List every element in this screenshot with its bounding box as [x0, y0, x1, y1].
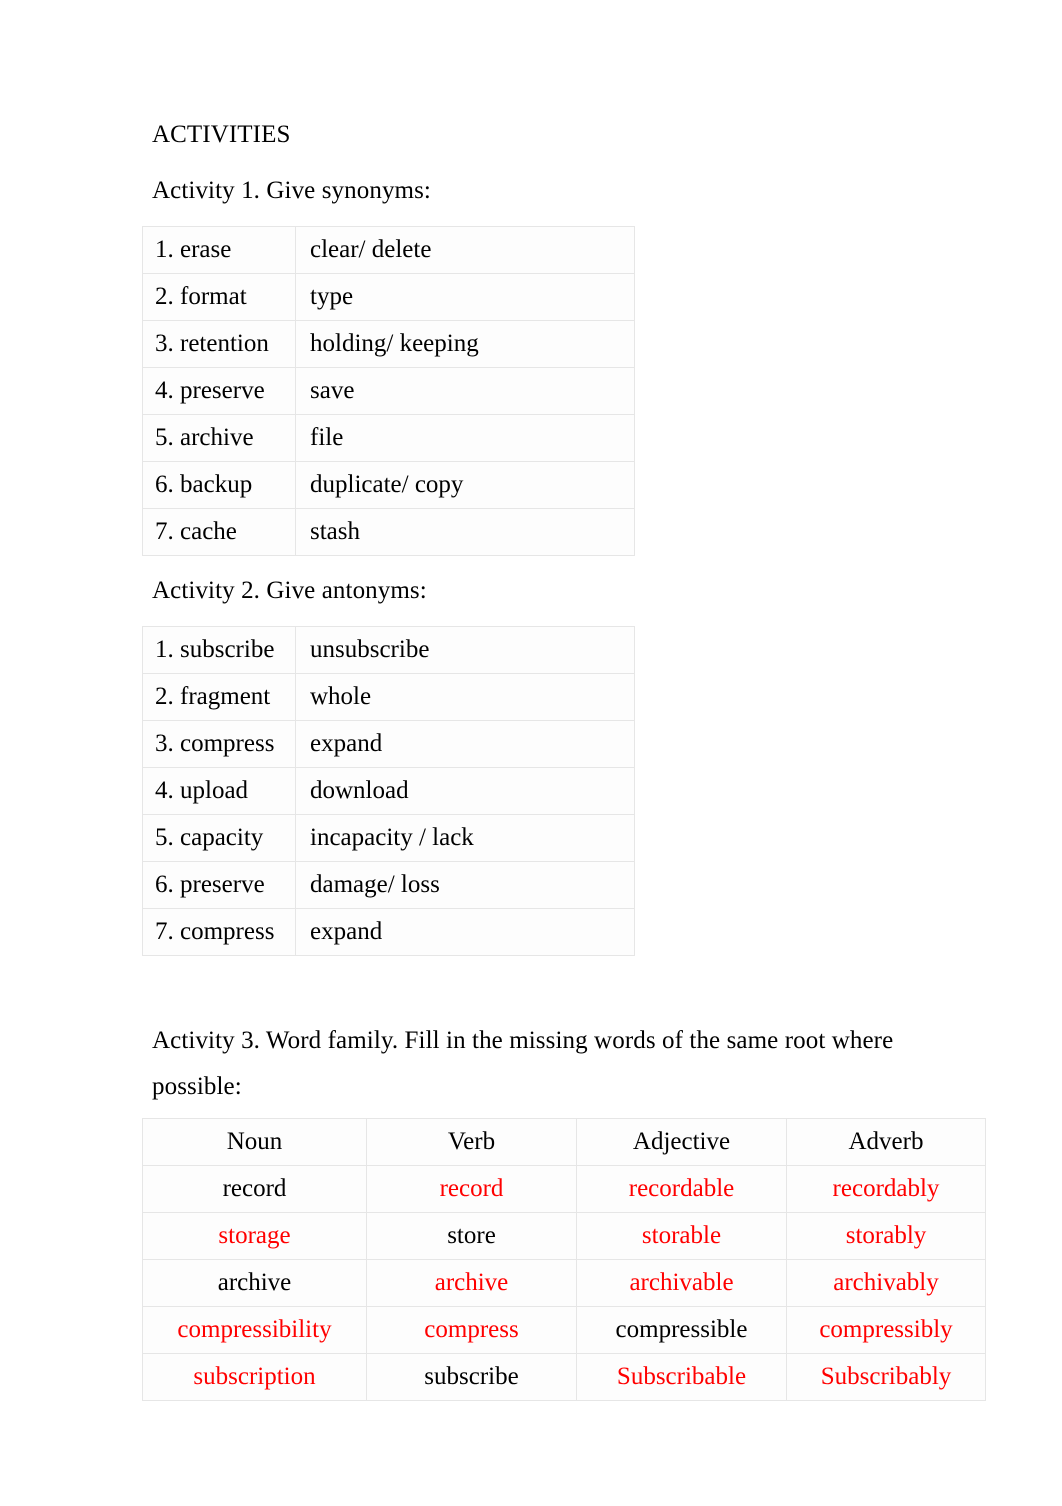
table-row: record record recordable recordably — [142, 1165, 986, 1213]
table-row: 4. upload download — [142, 767, 635, 815]
activity-3-word-family-table: Noun Verb Adjective Adverb record record… — [142, 1118, 986, 1401]
table-row: subscription subscribe Subscribable Subs… — [142, 1353, 986, 1401]
table-row: 1. subscribe unsubscribe — [142, 626, 635, 674]
column-header-verb: Verb — [366, 1118, 577, 1166]
activity1-answer-6[interactable]: duplicate/ copy — [295, 461, 635, 509]
table-row: 3. compress expand — [142, 720, 635, 768]
table-row: 6. backup duplicate/ copy — [142, 461, 635, 509]
wf-adjective-1[interactable]: recordable — [576, 1165, 787, 1213]
activity2-answer-4[interactable]: download — [295, 767, 635, 815]
activity-2-table-body: 1. subscribe unsubscribe 2. fragment who… — [142, 626, 635, 956]
wf-noun-4[interactable]: compressibility — [142, 1306, 367, 1354]
activity-1-label: Activity 1. Give synonyms: — [152, 177, 431, 204]
activity2-term-6: 6. preserve — [142, 861, 296, 909]
table-row: 5. capacity incapacity / lack — [142, 814, 635, 862]
activity2-answer-6[interactable]: damage/ loss — [295, 861, 635, 909]
activity2-term-2: 2. fragment — [142, 673, 296, 721]
word-family-header-row: Noun Verb Adjective Adverb — [142, 1118, 986, 1166]
wf-noun-2[interactable]: storage — [142, 1212, 367, 1260]
table-row: archive archive archivable archivably — [142, 1259, 986, 1307]
wf-noun-1[interactable]: record — [142, 1165, 367, 1213]
activity-3-label: Activity 3. Word family. Fill in the mis… — [152, 1027, 894, 1100]
wf-adverb-2[interactable]: storably — [786, 1212, 986, 1260]
activity1-answer-5[interactable]: file — [295, 414, 635, 462]
activity2-term-4: 4. upload — [142, 767, 296, 815]
activity2-term-7: 7. compress — [142, 908, 296, 956]
activity1-term-1: 1. erase — [142, 226, 296, 274]
page-title: ACTIVITIES — [152, 121, 291, 148]
wf-adverb-5[interactable]: Subscribably — [786, 1353, 986, 1401]
activity1-term-4: 4. preserve — [142, 367, 296, 415]
activity2-answer-1[interactable]: unsubscribe — [295, 626, 635, 674]
wf-adjective-5[interactable]: Subscribable — [576, 1353, 787, 1401]
word-family-table-body: record record recordable recordably stor… — [142, 1165, 986, 1401]
activity1-term-6: 6. backup — [142, 461, 296, 509]
table-row: 2. fragment whole — [142, 673, 635, 721]
activity1-term-7: 7. cache — [142, 508, 296, 556]
activity2-term-5: 5. capacity — [142, 814, 296, 862]
table-row: 2. format type — [142, 273, 635, 321]
activity-2-label: Activity 2. Give antonyms: — [152, 577, 427, 604]
table-row: 7. compress expand — [142, 908, 635, 956]
wf-adverb-3[interactable]: archivably — [786, 1259, 986, 1307]
wf-adverb-4[interactable]: compressibly — [786, 1306, 986, 1354]
wf-verb-3[interactable]: archive — [366, 1259, 577, 1307]
activity2-answer-7[interactable]: expand — [295, 908, 635, 956]
activity1-answer-2[interactable]: type — [295, 273, 635, 321]
column-header-adverb: Adverb — [786, 1118, 986, 1166]
wf-adjective-4[interactable]: compressible — [576, 1306, 787, 1354]
table-header-row: Noun Verb Adjective Adverb — [142, 1118, 986, 1166]
wf-noun-5[interactable]: subscription — [142, 1353, 367, 1401]
activity1-term-2: 2. format — [142, 273, 296, 321]
table-row: compressibility compress compressible co… — [142, 1306, 986, 1354]
wf-verb-1[interactable]: record — [366, 1165, 577, 1213]
activity2-term-1: 1. subscribe — [142, 626, 296, 674]
table-row: 3. retention holding/ keeping — [142, 320, 635, 368]
table-row: 1. erase clear/ delete — [142, 226, 635, 274]
wf-noun-3[interactable]: archive — [142, 1259, 367, 1307]
wf-verb-2[interactable]: store — [366, 1212, 577, 1260]
activity1-answer-1[interactable]: clear/ delete — [295, 226, 635, 274]
activity2-answer-5[interactable]: incapacity / lack — [295, 814, 635, 862]
table-row: storage store storable storably — [142, 1212, 986, 1260]
table-row: 7. cache stash — [142, 508, 635, 556]
table-row: 5. archive file — [142, 414, 635, 462]
wf-verb-4[interactable]: compress — [366, 1306, 577, 1354]
wf-adjective-3[interactable]: archivable — [576, 1259, 787, 1307]
activity-1-synonyms-table: 1. erase clear/ delete 2. format type 3.… — [142, 226, 635, 556]
activity-2-antonyms-table: 1. subscribe unsubscribe 2. fragment who… — [142, 626, 635, 956]
table-row: 6. preserve damage/ loss — [142, 861, 635, 909]
activity-1-table-body: 1. erase clear/ delete 2. format type 3.… — [142, 226, 635, 556]
activity1-answer-7[interactable]: stash — [295, 508, 635, 556]
activity2-answer-3[interactable]: expand — [295, 720, 635, 768]
activity1-term-3: 3. retention — [142, 320, 296, 368]
wf-adjective-2[interactable]: storable — [576, 1212, 787, 1260]
column-header-noun: Noun — [142, 1118, 367, 1166]
column-header-adjective: Adjective — [576, 1118, 787, 1166]
activity1-answer-3[interactable]: holding/ keeping — [295, 320, 635, 368]
activity2-answer-2[interactable]: whole — [295, 673, 635, 721]
wf-verb-5[interactable]: subscribe — [366, 1353, 577, 1401]
activity1-answer-4[interactable]: save — [295, 367, 635, 415]
document-page: ACTIVITIES Activity 1. Give synonyms: 1.… — [0, 0, 1062, 1506]
table-row: 4. preserve save — [142, 367, 635, 415]
activity2-term-3: 3. compress — [142, 720, 296, 768]
wf-adverb-1[interactable]: recordably — [786, 1165, 986, 1213]
activity1-term-5: 5. archive — [142, 414, 296, 462]
